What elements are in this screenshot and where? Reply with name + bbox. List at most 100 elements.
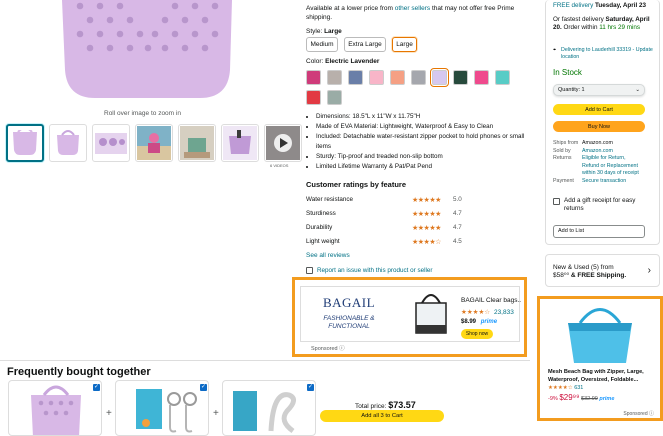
color-swatch[interactable]	[327, 70, 342, 85]
gift-checkbox[interactable]	[553, 198, 560, 205]
ad-review-count[interactable]: 23,833	[494, 309, 514, 316]
side-ad-list-price: $32.99	[581, 396, 598, 402]
rating-label: Sturdiness	[306, 210, 336, 217]
rating-value: 4.7	[453, 224, 462, 231]
color-swatch[interactable]	[369, 70, 384, 85]
fbt-checkbox[interactable]: ✓	[200, 384, 207, 391]
feature-bullets: Dimensions: 18.5"L x 11"W x 11.75"H Made…	[306, 112, 538, 172]
main-product-image[interactable]	[60, 0, 235, 100]
fbt-item-1[interactable]: ✓	[8, 380, 102, 436]
lower-price-text: Available at a lower price from	[306, 5, 393, 12]
sponsored-side-ad[interactable]: Mesh Beach Bag with Zipper, Large, Water…	[537, 296, 663, 421]
new-used-label: New & Used (5) from	[553, 264, 614, 271]
total-price-value: $73.57	[388, 400, 416, 410]
zoom-hint: Roll over image to zoom in	[104, 110, 181, 117]
add-to-cart-button[interactable]: Add to Cart	[553, 104, 645, 115]
fbt-checkbox[interactable]: ✓	[93, 384, 100, 391]
report-icon	[306, 267, 313, 274]
other-sellers-link[interactable]: other sellers	[395, 5, 430, 12]
returns-key: Returns	[553, 155, 572, 161]
sold-by-link[interactable]: Amazon.com	[582, 148, 613, 156]
color-swatch[interactable]	[411, 70, 426, 85]
sponsored-label[interactable]: Sponsored ⓘ	[623, 410, 654, 417]
thumbnail-video[interactable]	[264, 124, 302, 162]
returns-link[interactable]: Eligible for Return, Refund or Replaceme…	[582, 155, 644, 178]
side-ad-product-image[interactable]	[550, 301, 650, 366]
add-to-list-button[interactable]: Add to List	[553, 225, 645, 238]
style-option-extra-large[interactable]: Extra Large	[344, 37, 386, 52]
quantity-value: Quantity: 1	[558, 87, 585, 93]
bullet-item: Made of EVA Material: Lightweight, Water…	[316, 122, 538, 132]
payment-row: Payment Secure transaction	[553, 178, 644, 186]
color-swatch[interactable]	[306, 70, 321, 85]
add-all-to-cart-button[interactable]: Add all 3 to Cart	[320, 410, 444, 422]
ships-from-row: Ships from Amazon.com	[553, 140, 644, 148]
shop-now-button[interactable]: Shop now	[461, 329, 493, 339]
style-option-medium[interactable]: Medium	[306, 37, 338, 52]
report-issue-link[interactable]: Report an issue with this product or sel…	[317, 267, 433, 274]
sponsored-label[interactable]: Sponsored ⓘ	[311, 344, 345, 352]
sold-by-row: Sold by Amazon.com	[553, 148, 644, 156]
free-delivery-link[interactable]: FREE delivery	[553, 2, 593, 9]
rating-row: Light weight ★★★★☆ 4.5	[306, 238, 466, 246]
quantity-select[interactable]: Quantity: 1 ⌄	[553, 84, 645, 96]
color-label: Color: Electric Lavender	[306, 58, 379, 65]
fbt-item-2[interactable]: ✓	[115, 380, 209, 436]
color-swatch[interactable]	[327, 90, 342, 105]
star-rating-icon: ★★★★☆	[461, 309, 491, 316]
deliver-to-link[interactable]: Delivering to Lauderhill 33319 - Update …	[561, 47, 653, 60]
thumbnail-3[interactable]	[92, 124, 130, 162]
thumbnail-strip	[6, 124, 302, 162]
order-within-label: Order within	[563, 24, 598, 31]
ship-info: Ships from Amazon.com Sold by Amazon.com R…	[553, 140, 644, 185]
thumbnail-1[interactable]	[6, 124, 44, 162]
gift-receipt[interactable]: Add a gift receipt for easy returns	[553, 197, 646, 213]
prime-icon: prime	[599, 396, 615, 402]
thumbnail-6[interactable]	[221, 124, 259, 162]
rating-value: 5.0	[453, 196, 462, 203]
side-ad-discount: -9%	[548, 396, 558, 402]
rating-row: Water resistance ★★★★★ 5.0	[306, 196, 466, 204]
side-ad-price-value: $29⁹⁹	[559, 393, 580, 402]
color-swatch[interactable]	[495, 70, 510, 85]
brand-tagline: FASHIONABLE & FUNCTIONAL	[323, 315, 375, 330]
section-divider	[0, 360, 530, 361]
fastest-delivery: Or fastest delivery Saturday, April 20. …	[553, 16, 658, 32]
ad-card[interactable]: BAGAIL FASHIONABLE & FUNCTIONAL BAGAIL C…	[300, 286, 521, 342]
see-all-reviews-link[interactable]: See all reviews	[306, 252, 350, 259]
new-used-offers[interactable]: New & Used (5) from $58⁰⁰ & FREE Shippin…	[545, 254, 660, 287]
side-ad-price: -9% $29⁹⁹ $32.99 prime	[548, 393, 614, 402]
rating-value: 4.7	[453, 210, 462, 217]
ad-product-image[interactable]	[408, 291, 454, 337]
star-rating-icon: ★★★★☆	[548, 385, 573, 391]
side-ad-title[interactable]: Mesh Beach Bag with Zipper, Large, Water…	[548, 369, 658, 384]
buy-box: FREE delivery Tuesday, April 23 Or faste…	[545, 0, 660, 245]
color-swatch[interactable]	[430, 68, 449, 87]
ad-product-title[interactable]: BAGAIL Clear bags...	[461, 297, 521, 304]
payment-link[interactable]: Secure transaction	[582, 178, 626, 186]
lower-price-note: Available at a lower price from other se…	[306, 4, 536, 22]
color-swatch[interactable]	[348, 70, 363, 85]
fbt-checkbox[interactable]: ✓	[307, 384, 314, 391]
bullet-item: Limited Lifetime Warranty & Pat/Pat Pend	[316, 162, 538, 172]
star-rating-icon: ★★★★★	[412, 225, 441, 232]
delivery-location[interactable]: ⌖ Delivering to Lauderhill 33319 - Updat…	[553, 47, 657, 61]
style-selected-value: Large	[324, 28, 342, 35]
report-issue[interactable]: Report an issue with this product or sel…	[306, 267, 433, 274]
order-countdown: 11 hrs 29 mins	[599, 24, 641, 31]
color-swatch[interactable]	[453, 70, 468, 85]
sponsored-ad-banner[interactable]: BAGAIL FASHIONABLE & FUNCTIONAL BAGAIL C…	[292, 277, 527, 357]
prime-icon: prime	[480, 319, 498, 325]
side-ad-review-count[interactable]: 631	[574, 385, 583, 391]
thumbnail-2[interactable]	[49, 124, 87, 162]
color-swatch[interactable]	[474, 70, 489, 85]
gift-receipt-label: Add a gift receipt for easy returns	[564, 197, 636, 212]
color-swatch[interactable]	[306, 90, 321, 105]
thumbnail-4[interactable]	[135, 124, 173, 162]
fbt-item-3[interactable]: ✓	[222, 380, 316, 436]
buy-now-button[interactable]: Buy Now	[553, 121, 645, 132]
thumbnail-5[interactable]	[178, 124, 216, 162]
color-swatch[interactable]	[390, 70, 405, 85]
style-option-large[interactable]: Large	[392, 37, 417, 52]
style-label-key: Style:	[306, 28, 323, 35]
